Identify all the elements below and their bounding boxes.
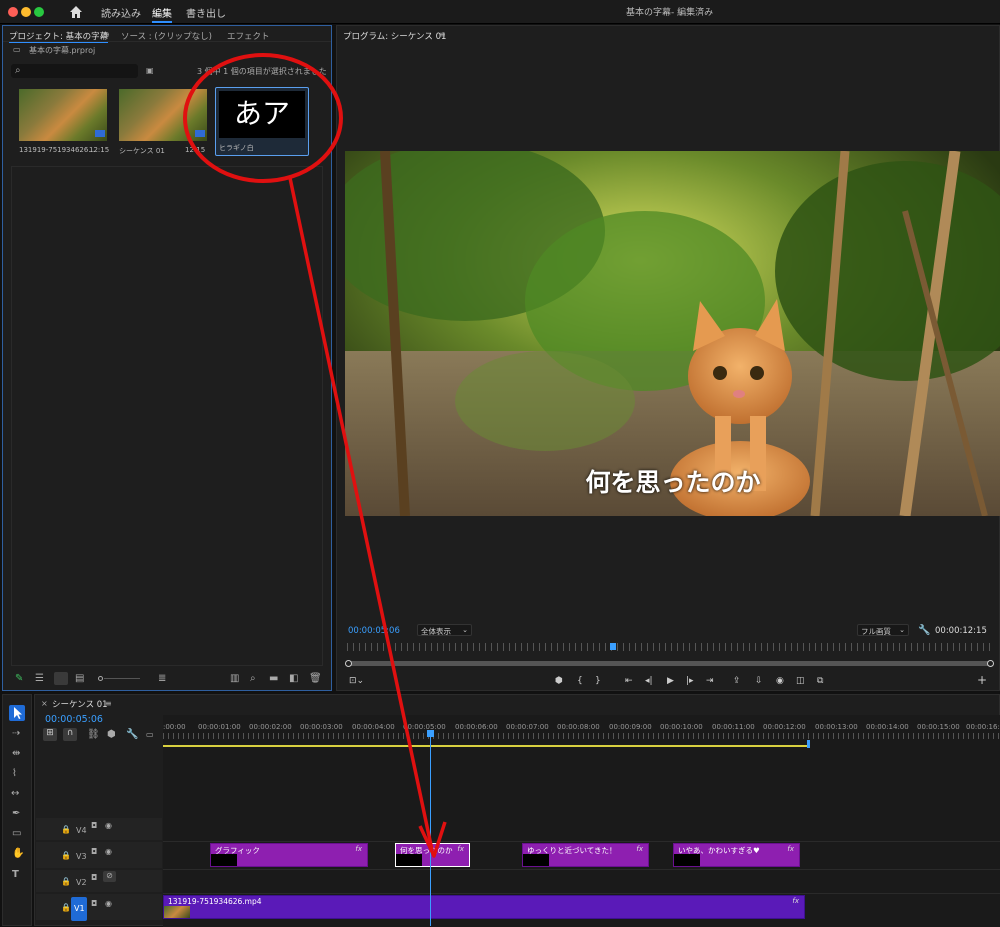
annotation-overlay: [183, 53, 447, 858]
annotation-circle: [183, 53, 343, 183]
annotation-arrow-head: [418, 821, 447, 858]
annotation-arrow-line: [288, 177, 434, 851]
